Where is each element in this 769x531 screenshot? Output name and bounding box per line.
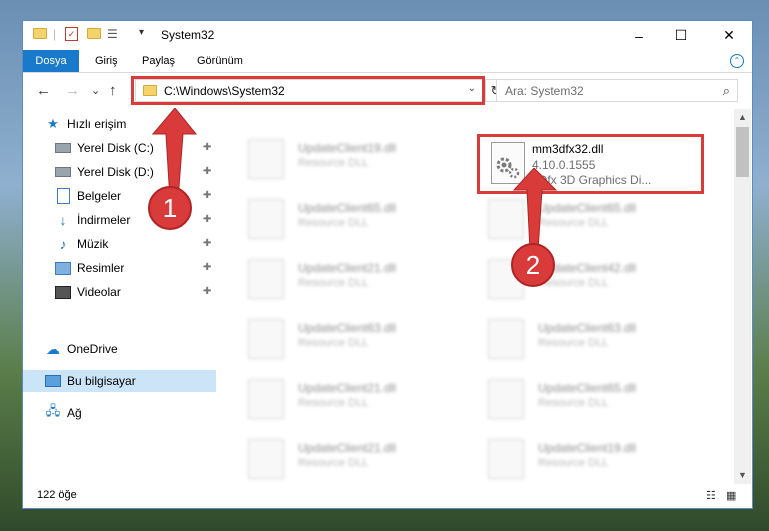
tab-paylas[interactable]: Paylaş (133, 50, 184, 72)
tab-dosya[interactable]: Dosya (23, 50, 79, 72)
dll-file-icon (488, 319, 524, 359)
pin-icon[interactable]: ✚ (203, 142, 211, 153)
sidebar-item-this-pc[interactable]: Bu bilgisayar (23, 370, 216, 392)
file-list: UpdateClient19.dll Resource DLL UpdateCl… (218, 109, 734, 484)
dll-file-icon (248, 439, 284, 479)
cloud-icon: ☁ (46, 340, 60, 357)
scroll-up-icon[interactable]: ▲ (734, 109, 751, 126)
minimize-button[interactable]: – (616, 21, 662, 50)
star-icon: ★ (47, 116, 59, 131)
back-button[interactable]: ← (36, 82, 51, 99)
forward-button[interactable]: → (65, 82, 80, 99)
separator: | (53, 27, 57, 41)
sidebar-item-network[interactable]: 🖧 Ağ (45, 402, 238, 424)
quick-access-dropdown-icon[interactable]: ▾ (139, 27, 144, 38)
dll-file-icon (248, 199, 284, 239)
maximize-button[interactable]: ☐ (658, 21, 704, 50)
ribbon-tabs: Dosya Giriş Paylaş Görünüm ⌃ (23, 50, 752, 73)
dll-file-icon (248, 319, 284, 359)
scroll-thumb[interactable] (736, 127, 749, 177)
pin-icon[interactable]: ✚ (203, 190, 211, 201)
status-bar: 122 öğe ☷ ▦ (23, 484, 752, 508)
properties-icon[interactable]: ✓ (65, 27, 78, 41)
pin-icon[interactable]: ✚ (203, 166, 211, 177)
close-button[interactable]: ✕ (706, 21, 752, 50)
network-icon: 🖧 (45, 403, 61, 418)
documents-icon (55, 188, 71, 204)
search-placeholder: Ara: System32 (505, 84, 584, 98)
customize-toolbar-icon[interactable]: ☰ (107, 27, 118, 41)
vertical-scrollbar[interactable]: ▲ ▼ (734, 109, 751, 484)
scroll-down-icon[interactable]: ▼ (734, 467, 751, 484)
drive-icon (55, 141, 71, 155)
search-icon: ⌕ (722, 83, 730, 98)
folder-icon (33, 28, 47, 39)
pictures-icon (55, 261, 71, 275)
dll-file-icon (488, 439, 524, 479)
tab-giris[interactable]: Giriş (86, 50, 127, 72)
expand-ribbon-icon[interactable]: ⌃ (730, 54, 744, 68)
dll-file-icon (248, 139, 284, 179)
step-two-badge: 2 (511, 243, 555, 287)
dll-file-icon (488, 379, 524, 419)
pin-icon[interactable]: ✚ (203, 214, 211, 225)
drive-icon (55, 165, 71, 179)
window-title: System32 (161, 28, 215, 42)
dll-file-icon (248, 259, 284, 299)
up-button[interactable]: ↑ (109, 82, 117, 99)
dll-file-icon (248, 379, 284, 419)
tab-gorunum[interactable]: Görünüm (188, 50, 252, 72)
sidebar-item-quick-access[interactable]: ★ Hızlı erişim (45, 113, 238, 135)
pin-icon[interactable]: ✚ (203, 286, 211, 297)
title-bar: | ✓ ☰ ▾ System32 – ☐ ✕ (23, 21, 752, 50)
step-one-badge: 1 (148, 186, 192, 230)
search-input[interactable]: Ara: System32 ⌕ (496, 79, 738, 102)
pin-icon[interactable]: ✚ (203, 262, 211, 273)
address-row: ← → ⌄ ↑ C:\Windows\System32 ⌄ ↻ Ara: Sys… (23, 73, 752, 109)
sidebar-item-onedrive[interactable]: ☁ OneDrive (45, 338, 238, 360)
computer-icon (45, 374, 61, 388)
recent-locations-button[interactable]: ⌄ (91, 84, 100, 97)
address-highlight-box (131, 76, 485, 105)
new-folder-icon[interactable] (87, 28, 101, 39)
downloads-icon: ↓ (59, 212, 67, 228)
item-count: 122 öğe (37, 489, 77, 501)
tiles-view-icon[interactable]: ▦ (726, 489, 736, 502)
music-icon: ♪ (59, 236, 67, 252)
file-explorer-window: | ✓ ☰ ▾ System32 – ☐ ✕ Dosya Giriş Payla… (22, 20, 753, 509)
videos-icon (55, 285, 71, 299)
details-view-icon[interactable]: ☷ (706, 489, 716, 502)
pin-icon[interactable]: ✚ (203, 238, 211, 249)
